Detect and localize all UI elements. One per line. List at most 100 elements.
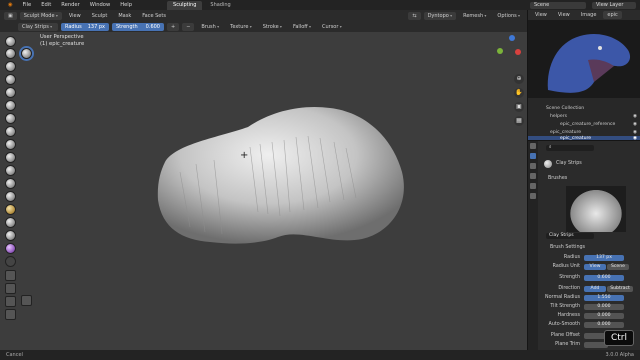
menu-file[interactable]: File bbox=[18, 2, 37, 8]
box-mask-icon[interactable] bbox=[5, 270, 16, 281]
properties-panel: ⌕ Clay Strips Brushes Clay Strips Brush … bbox=[527, 140, 640, 351]
inflate-brush-icon[interactable] bbox=[5, 100, 16, 111]
mask-brush-icon[interactable] bbox=[5, 256, 16, 267]
radius-label: Radius bbox=[65, 23, 82, 30]
output-tab-icon[interactable] bbox=[530, 173, 536, 179]
draw-sharp-brush-icon[interactable] bbox=[5, 48, 16, 59]
view-layer-selector[interactable]: View Layer bbox=[592, 1, 636, 9]
image-menu-image[interactable]: Image bbox=[577, 11, 601, 19]
clay-brush-icon[interactable] bbox=[5, 61, 16, 72]
image-menu-view[interactable]: View bbox=[531, 11, 551, 19]
hardness-field[interactable]: 0.000 bbox=[584, 313, 624, 319]
blender-logo-icon[interactable]: ◉ bbox=[3, 2, 18, 8]
normal-radius-field[interactable]: 1.550 bbox=[584, 295, 624, 301]
move-icon[interactable] bbox=[5, 309, 16, 320]
auto-smooth-field[interactable]: 0.000 bbox=[584, 322, 624, 328]
navigation-gizmo[interactable] bbox=[495, 34, 525, 62]
pinch-brush-icon[interactable] bbox=[5, 191, 16, 202]
menu-texture[interactable]: Texture bbox=[226, 23, 256, 31]
eye-icon[interactable]: ◉ bbox=[633, 121, 637, 128]
menu-sculpt[interactable]: Sculpt bbox=[88, 12, 112, 20]
thumb-brush-icon[interactable] bbox=[5, 230, 16, 241]
annotate-icon[interactable] bbox=[21, 295, 32, 306]
direction-add[interactable]: Add bbox=[584, 286, 606, 292]
scrape-brush-icon[interactable] bbox=[5, 178, 16, 189]
strength-field[interactable]: Strength 0.600 bbox=[112, 22, 164, 31]
subtract-direction-button[interactable]: − bbox=[182, 22, 195, 31]
menu-cursor[interactable]: Cursor bbox=[318, 23, 346, 31]
menu-mask[interactable]: Mask bbox=[114, 12, 135, 20]
key-press-badge: Ctrl bbox=[604, 330, 634, 346]
mesh-filter-icon[interactable] bbox=[5, 296, 16, 307]
outliner-row-reference[interactable]: epic_creature_reference ◉ bbox=[528, 121, 640, 128]
menu-stroke[interactable]: Stroke bbox=[259, 23, 286, 31]
menu-face-sets[interactable]: Face Sets bbox=[138, 12, 170, 20]
image-menu-view-2[interactable]: View bbox=[554, 11, 574, 19]
outliner-row-helpers[interactable]: helpers ◉ bbox=[528, 113, 640, 120]
add-direction-button[interactable]: + bbox=[167, 22, 180, 31]
menu-render[interactable]: Render bbox=[56, 2, 84, 8]
grab-brush-icon[interactable] bbox=[5, 204, 16, 215]
direction-subtract[interactable]: Subtract bbox=[607, 286, 633, 292]
mode-selector[interactable]: Sculpt Mode bbox=[19, 11, 62, 20]
tool-tab-icon[interactable] bbox=[530, 143, 536, 149]
camera-icon[interactable]: ▣ bbox=[514, 102, 524, 112]
brushes-section-header[interactable]: Brushes bbox=[548, 176, 567, 181]
clay-thumb-brush-icon[interactable] bbox=[5, 74, 16, 85]
dyntopo-toggle[interactable]: Dyntopo bbox=[423, 11, 457, 20]
box-hide-icon[interactable] bbox=[5, 283, 16, 294]
gizmo-x-axis-icon[interactable] bbox=[515, 49, 521, 55]
tab-shading[interactable]: Shading bbox=[204, 1, 236, 10]
editor-type-icon[interactable]: ▣ bbox=[4, 11, 17, 20]
menu-edit[interactable]: Edit bbox=[36, 2, 56, 8]
radius-field[interactable]: 137 px bbox=[584, 255, 624, 261]
menu-brush[interactable]: Brush bbox=[197, 23, 223, 31]
eye-icon[interactable]: ◉ bbox=[633, 113, 637, 120]
radius-unit-view[interactable]: View bbox=[584, 264, 606, 270]
clay-strips-brush-icon[interactable] bbox=[21, 48, 32, 59]
gizmo-z-axis-icon[interactable] bbox=[509, 35, 515, 41]
properties-search-input[interactable]: ⌕ bbox=[546, 145, 594, 151]
menu-help[interactable]: Help bbox=[115, 2, 137, 8]
gizmo-y-axis-icon[interactable] bbox=[497, 48, 503, 54]
menu-falloff[interactable]: Falloff bbox=[289, 23, 315, 31]
brush-settings-section-header[interactable]: Brush Settings bbox=[550, 245, 585, 250]
symmetry-icon[interactable]: ⇆ bbox=[408, 11, 421, 20]
radius-unit-scene[interactable]: Scene bbox=[607, 264, 629, 270]
outliner-row-scene-collection[interactable]: Scene Collection bbox=[528, 105, 640, 112]
scene-selector[interactable]: Scene bbox=[530, 1, 586, 9]
pose-brush-icon[interactable] bbox=[5, 243, 16, 254]
brush-field-text: Clay Strips bbox=[549, 233, 574, 238]
zoom-icon[interactable]: ⊕ bbox=[514, 74, 524, 84]
smooth-brush-icon[interactable] bbox=[5, 139, 16, 150]
crease-brush-icon[interactable] bbox=[5, 126, 16, 137]
render-tab-icon[interactable] bbox=[530, 163, 536, 169]
outliner-row-collection[interactable]: epic_creature ◉ bbox=[528, 129, 640, 136]
remesh-menu[interactable]: Remesh bbox=[459, 12, 490, 20]
pan-hand-icon[interactable]: ✋ bbox=[514, 88, 524, 98]
options-menu[interactable]: Options bbox=[493, 12, 524, 20]
object-tab-icon[interactable] bbox=[530, 193, 536, 199]
snake-hook-brush-icon[interactable] bbox=[5, 217, 16, 228]
eye-icon[interactable]: ◉ bbox=[633, 129, 637, 136]
brush-name-field[interactable]: Clay Strips bbox=[546, 233, 594, 239]
tilt-strength-field[interactable]: 0.000 bbox=[584, 304, 624, 310]
scene-tab-icon[interactable] bbox=[530, 183, 536, 189]
fill-brush-icon[interactable] bbox=[5, 165, 16, 176]
radius-field[interactable]: Radius 137 px bbox=[61, 22, 109, 31]
flatten-brush-icon[interactable] bbox=[5, 152, 16, 163]
3d-viewport[interactable]: User Perspective (1) epic_creature + ⊕ ✋… bbox=[0, 32, 527, 350]
blob-brush-icon[interactable] bbox=[5, 113, 16, 124]
grid-icon[interactable]: ▦ bbox=[514, 116, 524, 126]
layer-brush-icon[interactable] bbox=[5, 87, 16, 98]
active-tool-tab-icon[interactable] bbox=[530, 153, 536, 159]
menu-view[interactable]: View bbox=[65, 12, 85, 20]
brush-selector[interactable]: Clay Strips bbox=[18, 22, 58, 31]
strength-field[interactable]: 0.600 bbox=[584, 275, 624, 281]
image-editor-header: View View Image epic bbox=[528, 10, 640, 20]
brush-preview[interactable] bbox=[566, 186, 626, 232]
menu-window[interactable]: Window bbox=[85, 2, 115, 8]
draw-brush-icon[interactable] bbox=[5, 36, 16, 47]
image-tab[interactable]: epic bbox=[603, 11, 622, 19]
tab-sculpting[interactable]: Sculpting bbox=[167, 0, 203, 10]
